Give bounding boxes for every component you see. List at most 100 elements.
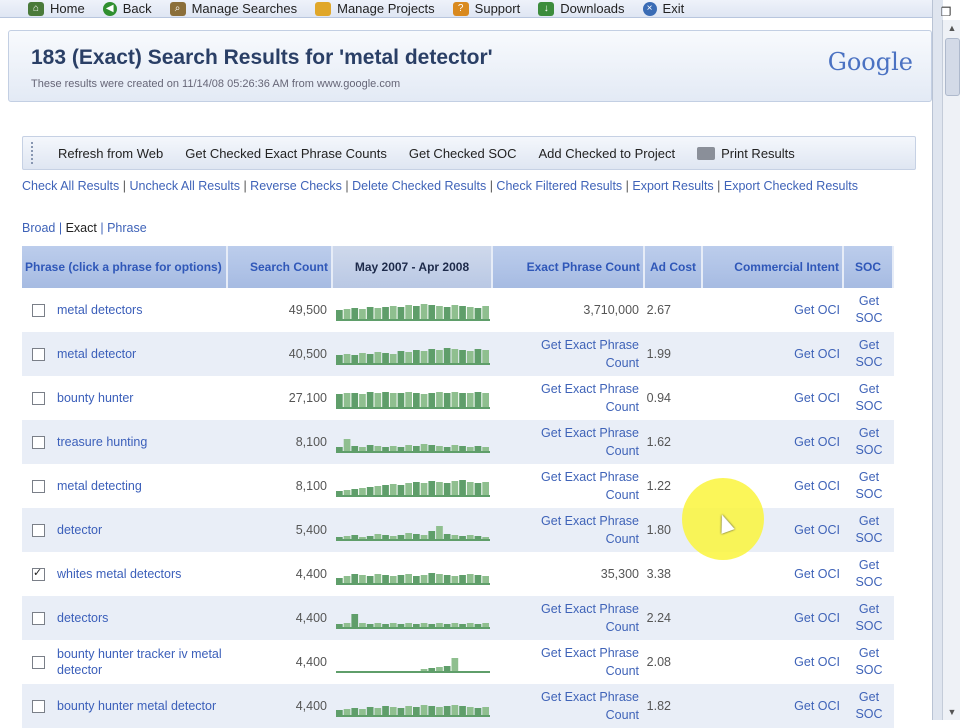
- match-phrase-link[interactable]: Phrase: [107, 221, 147, 235]
- row-checkbox[interactable]: [32, 566, 45, 581]
- get-oci-link[interactable]: Get OCI: [794, 433, 840, 451]
- row-checkbox[interactable]: [32, 479, 45, 493]
- get-oci-link[interactable]: Get OCI: [794, 609, 840, 627]
- ad-cost: 1.82: [646, 699, 671, 713]
- get-exact-phrase-link[interactable]: Get Exact Phrase Count: [527, 644, 639, 680]
- trend-bar: [451, 305, 459, 321]
- refresh-from-web-button[interactable]: Refresh from Web: [58, 146, 163, 161]
- search-count: 4,400: [295, 567, 327, 581]
- ad-cost: 3.38: [646, 567, 671, 581]
- trend-bar: [436, 482, 443, 497]
- nav-manage-projects[interactable]: Manage Projects: [315, 1, 435, 16]
- phrase-link[interactable]: whites metal detectors: [57, 566, 181, 582]
- get-soc-link[interactable]: Get SOC: [855, 557, 883, 591]
- soc-cell: Get SOC: [844, 420, 894, 464]
- export-checked-link[interactable]: Export Checked Results: [724, 179, 858, 193]
- phrase-link[interactable]: bounty hunter tracker iv metal detector: [57, 646, 228, 678]
- phrase-link[interactable]: metal detectors: [57, 302, 142, 318]
- exact-phrase-cell: Get Exact Phrase Count: [493, 684, 645, 728]
- nav-manage-searches[interactable]: ⌕ Manage Searches: [169, 1, 297, 16]
- trend-bar: [466, 393, 474, 409]
- get-oci-link[interactable]: Get OCI: [794, 653, 840, 671]
- nav-exit[interactable]: × Exit: [642, 1, 684, 16]
- nav-support[interactable]: ? Support: [452, 1, 520, 16]
- check-all-link[interactable]: Check All Results: [22, 179, 119, 193]
- row-checkbox[interactable]: [32, 391, 45, 405]
- print-results-button[interactable]: Print Results: [697, 146, 795, 161]
- get-exact-phrase-link[interactable]: Get Exact Phrase Count: [527, 380, 639, 416]
- uncheck-all-link[interactable]: Uncheck All Results: [129, 179, 239, 193]
- row-checkbox[interactable]: [32, 699, 45, 713]
- nav-back[interactable]: ◀ Back: [102, 1, 152, 16]
- get-soc-link[interactable]: Get SOC: [855, 645, 883, 679]
- col-soc-header[interactable]: SOC: [844, 246, 894, 288]
- ad-cost: 1.22: [646, 479, 671, 493]
- get-soc-button[interactable]: Get Checked SOC: [409, 146, 517, 161]
- row-checkbox[interactable]: [32, 435, 45, 449]
- get-soc-link[interactable]: Get SOC: [855, 469, 883, 503]
- get-exact-phrase-link[interactable]: Get Exact Phrase Count: [527, 688, 639, 724]
- phrase-link[interactable]: metal detector: [57, 346, 136, 362]
- phrase-link[interactable]: bounty hunter metal detector: [57, 698, 216, 714]
- col-exact-header[interactable]: Exact Phrase Count: [493, 246, 645, 288]
- get-soc-link[interactable]: Get SOC: [855, 381, 883, 415]
- get-exact-phrase-link[interactable]: Get Exact Phrase Count: [527, 512, 639, 548]
- col-count-header[interactable]: Search Count: [228, 246, 333, 288]
- restore-window-icon[interactable]: ❐: [935, 5, 957, 19]
- trend-bar: [405, 392, 412, 409]
- nav-home[interactable]: ⌂ Home: [28, 1, 85, 16]
- trend-bar: [428, 349, 436, 365]
- soc-cell: Get SOC: [844, 508, 894, 552]
- trend-baseline: [336, 583, 490, 585]
- col-intent-header[interactable]: Commercial Intent: [703, 246, 844, 288]
- phrase-link[interactable]: detectors: [57, 610, 108, 626]
- get-soc-link[interactable]: Get SOC: [855, 337, 883, 371]
- scroll-down-arrow-icon[interactable]: ▼: [943, 704, 960, 720]
- get-soc-link[interactable]: Get SOC: [855, 513, 883, 547]
- delete-checked-link[interactable]: Delete Checked Results: [352, 179, 486, 193]
- check-filtered-link[interactable]: Check Filtered Results: [496, 179, 622, 193]
- phrase-link[interactable]: detector: [57, 522, 102, 538]
- get-oci-link[interactable]: Get OCI: [794, 389, 840, 407]
- scroll-up-arrow-icon[interactable]: ▲: [943, 20, 960, 36]
- toolbar-grip[interactable]: [31, 142, 36, 164]
- get-oci-link[interactable]: Get OCI: [794, 565, 840, 583]
- get-soc-link[interactable]: Get SOC: [855, 689, 883, 723]
- get-soc-link[interactable]: Get SOC: [855, 293, 883, 327]
- col-phrase-header[interactable]: Phrase (click a phrase for options): [22, 246, 228, 288]
- trend-bar: [336, 394, 343, 409]
- row-checkbox[interactable]: [32, 655, 45, 669]
- row-checkbox[interactable]: [32, 303, 45, 317]
- phrase-link[interactable]: metal detecting: [57, 478, 142, 494]
- nav-downloads[interactable]: ↓ Downloads: [538, 1, 625, 16]
- trend-bar: [343, 439, 351, 453]
- trend-cell: [333, 332, 493, 376]
- get-soc-link[interactable]: Get SOC: [855, 425, 883, 459]
- trend-bar: [466, 482, 474, 497]
- scroll-thumb[interactable]: [945, 38, 960, 96]
- get-exact-phrase-link[interactable]: Get Exact Phrase Count: [527, 336, 639, 372]
- get-exact-counts-button[interactable]: Get Checked Exact Phrase Counts: [185, 146, 387, 161]
- get-oci-link[interactable]: Get OCI: [794, 301, 840, 319]
- match-broad-link[interactable]: Broad: [22, 221, 55, 235]
- row-checkbox[interactable]: [32, 611, 45, 625]
- col-trend-header[interactable]: May 2007 - Apr 2008: [333, 246, 493, 288]
- get-soc-link[interactable]: Get SOC: [855, 601, 883, 635]
- get-exact-phrase-link[interactable]: Get Exact Phrase Count: [527, 468, 639, 504]
- trend-bar: [420, 483, 428, 497]
- row-checkbox[interactable]: [32, 523, 45, 537]
- phrase-link[interactable]: bounty hunter: [57, 390, 133, 406]
- reverse-checks-link[interactable]: Reverse Checks: [250, 179, 342, 193]
- get-oci-link[interactable]: Get OCI: [794, 521, 840, 539]
- row-checkbox[interactable]: [32, 347, 45, 361]
- get-exact-phrase-link[interactable]: Get Exact Phrase Count: [527, 600, 639, 636]
- phrase-link[interactable]: treasure hunting: [57, 434, 147, 450]
- get-oci-link[interactable]: Get OCI: [794, 345, 840, 363]
- col-adcost-header[interactable]: Ad Cost: [645, 246, 703, 288]
- export-results-link[interactable]: Export Results: [632, 179, 713, 193]
- add-to-project-button[interactable]: Add Checked to Project: [539, 146, 676, 161]
- get-exact-phrase-link[interactable]: Get Exact Phrase Count: [527, 424, 639, 460]
- get-oci-link[interactable]: Get OCI: [794, 697, 840, 715]
- get-oci-link[interactable]: Get OCI: [794, 477, 840, 495]
- vertical-scrollbar[interactable]: ▲ ▼: [942, 20, 960, 720]
